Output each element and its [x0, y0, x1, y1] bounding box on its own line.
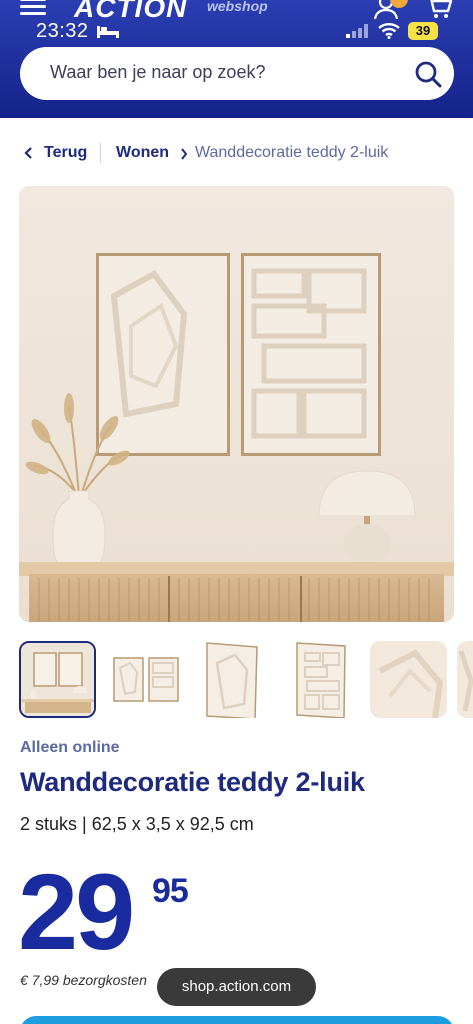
sleep-mode-icon — [97, 26, 119, 38]
chevron-right-icon — [181, 148, 188, 160]
product-page: ACTION webshop 23:32 39 Waar ben je naar… — [0, 0, 473, 1024]
chevron-left-icon[interactable] — [24, 147, 34, 159]
product-photo — [19, 186, 454, 622]
battery-indicator: 39 — [408, 22, 438, 40]
url-toast: shop.action.com — [157, 968, 316, 1006]
search-placeholder[interactable]: Waar ben je naar op zoek? — [50, 62, 265, 83]
breadcrumb-current-page: Wanddecoratie teddy 2-luik — [195, 144, 389, 161]
thumbnail-1[interactable] — [19, 641, 96, 718]
thumbnail-strip — [19, 641, 473, 719]
thumbnail-5[interactable] — [370, 641, 447, 718]
action-logo[interactable]: ACTION — [74, 0, 187, 24]
wifi-icon — [378, 23, 400, 39]
breadcrumb-divider — [100, 143, 101, 163]
status-time: 23:32 — [36, 20, 89, 42]
thumbnail-image — [107, 641, 184, 718]
thumbnail-2[interactable] — [107, 641, 184, 718]
product-details: 2 stuks | 62,5 x 3,5 x 92,5 cm — [20, 814, 254, 834]
price-cents: 95 — [152, 872, 189, 910]
logo-subtitle: webshop — [207, 0, 268, 14]
thumbnail-image — [283, 641, 360, 718]
breadcrumb-category-link[interactable]: Wonen — [116, 144, 169, 162]
breadcrumb: Terug Wonen Wanddecoratie teddy 2-luik — [20, 141, 460, 167]
search-bar[interactable]: Waar ben je naar op zoek? — [20, 47, 454, 100]
product-title: Wanddecoratie teddy 2-luik — [20, 767, 365, 797]
hamburger-menu-icon[interactable] — [20, 0, 46, 16]
thumbnail-4[interactable] — [283, 641, 360, 718]
shipping-cost: € 7,99 bezorgkosten — [20, 972, 147, 988]
breadcrumb-back-link[interactable]: Terug — [44, 144, 87, 162]
add-to-cart-button[interactable] — [20, 1016, 454, 1024]
price-euros: 29 — [18, 851, 135, 972]
thumbnail-image — [195, 641, 272, 718]
thumbnail-image — [457, 641, 473, 718]
cellular-signal-icon — [346, 24, 368, 38]
app-header: ACTION webshop 23:32 39 Waar ben je naar… — [0, 0, 473, 118]
thumbnail-6[interactable] — [457, 641, 473, 718]
thumbnail-image — [370, 641, 447, 718]
search-icon[interactable] — [414, 60, 442, 88]
product-main-image[interactable] — [19, 186, 454, 622]
shopping-cart-icon[interactable] — [425, 0, 453, 20]
thumbnail-3[interactable] — [195, 641, 272, 718]
thumbnail-image — [21, 643, 94, 716]
availability-label: Alleen online — [20, 739, 120, 756]
